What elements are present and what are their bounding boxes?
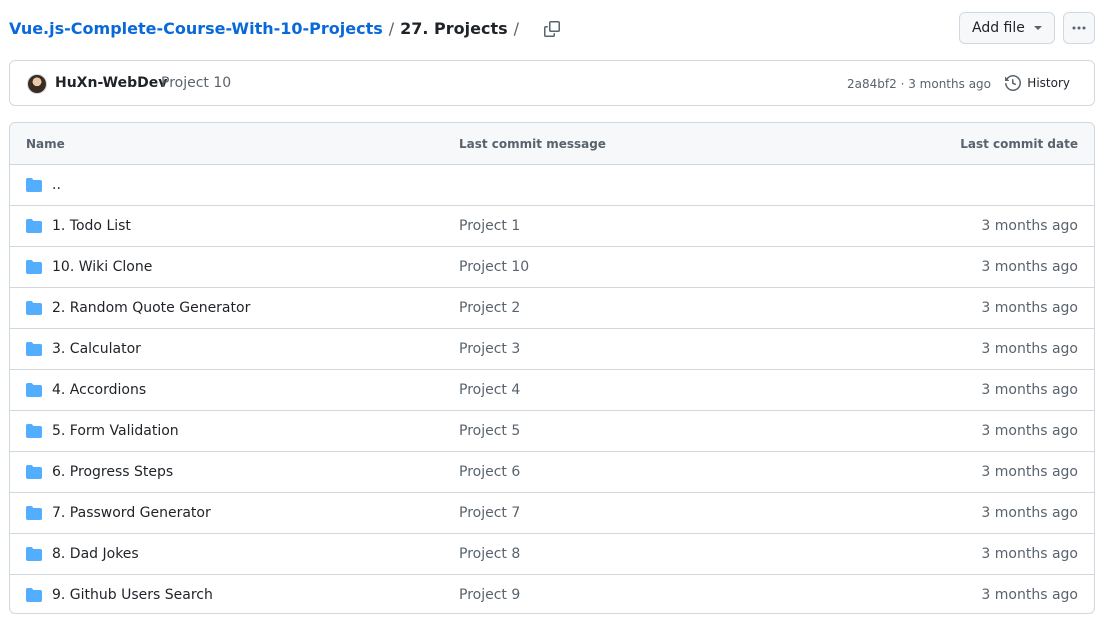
breadcrumb-current: 27. Projects bbox=[400, 19, 508, 38]
breadcrumb: Vue.js-Complete-Course-With-10-Projects … bbox=[9, 18, 561, 40]
parent-directory-link[interactable]: .. bbox=[52, 175, 61, 195]
commit-message-link[interactable]: Project 4 bbox=[459, 380, 520, 400]
commit-date: 3 months ago bbox=[981, 382, 1078, 398]
commit-message-link[interactable]: Project 9 bbox=[459, 585, 520, 605]
breadcrumb-trailing-separator: / bbox=[513, 19, 520, 38]
commit-message-link[interactable]: Project 1 bbox=[459, 216, 520, 236]
table-row[interactable]: 1. Todo List Project 1 3 months ago bbox=[10, 206, 1094, 247]
latest-commit-box: HuXn-WebDev Project 10 2a84bf2 · 3 month… bbox=[9, 60, 1095, 106]
table-row[interactable]: 4. Accordions Project 4 3 months ago bbox=[10, 370, 1094, 411]
table-row[interactable]: 8. Dad Jokes Project 8 3 months ago bbox=[10, 534, 1094, 575]
folder-name-link[interactable]: 7. Password Generator bbox=[52, 503, 211, 523]
folder-name-link[interactable]: 9. Github Users Search bbox=[52, 585, 213, 605]
commit-message-link[interactable]: Project 3 bbox=[459, 339, 520, 359]
table-row[interactable]: 5. Form Validation Project 5 3 months ago bbox=[10, 411, 1094, 452]
folder-icon bbox=[26, 424, 42, 438]
folder-name-link[interactable]: 10. Wiki Clone bbox=[52, 257, 152, 277]
parent-directory-row[interactable]: .. bbox=[10, 165, 1094, 206]
table-row[interactable]: 10. Wiki Clone Project 10 3 months ago bbox=[10, 247, 1094, 288]
folder-icon bbox=[26, 465, 42, 479]
commit-message-link[interactable]: Project 10 bbox=[459, 257, 529, 277]
table-row[interactable]: 7. Password Generator Project 7 3 months a… bbox=[10, 493, 1094, 534]
commit-message-link[interactable]: Project 6 bbox=[459, 462, 520, 482]
more-options-button[interactable] bbox=[1063, 12, 1095, 44]
folder-icon bbox=[26, 178, 42, 192]
commit-date: 3 months ago bbox=[981, 546, 1078, 562]
table-row[interactable]: 2. Random Quote Generator Project 2 3 mont… bbox=[10, 288, 1094, 329]
folder-name-link[interactable]: 1. Todo List bbox=[52, 216, 131, 236]
folder-icon bbox=[26, 301, 42, 315]
folder-name-link[interactable]: 2. Random Quote Generator bbox=[52, 298, 250, 318]
folder-name-link[interactable]: 5. Form Validation bbox=[52, 421, 179, 441]
add-file-button[interactable]: Add file bbox=[959, 12, 1055, 44]
file-table: Name Last commit message Last commit dat… bbox=[9, 122, 1095, 614]
commit-message-link[interactable]: Project 2 bbox=[459, 298, 520, 318]
copy-icon bbox=[544, 21, 561, 37]
commit-date: 3 months ago bbox=[981, 341, 1078, 357]
folder-icon bbox=[26, 342, 42, 356]
history-icon bbox=[1005, 75, 1022, 91]
commit-date: 3 months ago bbox=[981, 218, 1078, 234]
commit-message-link[interactable]: Project 5 bbox=[459, 421, 520, 441]
table-row[interactable]: 3. Calculator Project 3 3 months ago bbox=[10, 329, 1094, 370]
commit-message-link[interactable]: Project 7 bbox=[459, 503, 520, 523]
history-button[interactable]: History bbox=[1005, 73, 1070, 93]
folder-icon bbox=[26, 588, 42, 602]
breadcrumb-repo-link[interactable]: Vue.js-Complete-Course-With-10-Projects bbox=[9, 18, 383, 40]
folder-icon bbox=[26, 506, 42, 520]
copy-path-button[interactable] bbox=[543, 20, 561, 38]
table-row[interactable]: 6. Progress Steps Project 6 3 months ago bbox=[10, 452, 1094, 493]
breadcrumb-separator: / bbox=[388, 19, 395, 38]
folder-name-link[interactable]: 6. Progress Steps bbox=[52, 462, 173, 482]
add-file-label: Add file bbox=[972, 20, 1025, 36]
column-header-message: Last commit message bbox=[459, 137, 606, 151]
commit-meta[interactable]: 2a84bf2 · 3 months ago bbox=[847, 75, 991, 93]
folder-name-link[interactable]: 4. Accordions bbox=[52, 380, 146, 400]
commit-message-link[interactable]: Project 8 bbox=[459, 544, 520, 564]
commit-date: 3 months ago bbox=[981, 464, 1078, 480]
commit-date: 3 months ago bbox=[981, 505, 1078, 521]
folder-name-link[interactable]: 8. Dad Jokes bbox=[52, 544, 139, 564]
commit-date: 3 months ago bbox=[981, 587, 1078, 603]
folder-icon bbox=[26, 219, 42, 233]
file-rows: 1. Todo List Project 13 months ago 10. Wik… bbox=[10, 206, 1094, 613]
folder-name-link[interactable]: 3. Calculator bbox=[52, 339, 141, 359]
folder-icon bbox=[26, 383, 42, 397]
commit-message[interactable]: Project 10 bbox=[161, 73, 231, 93]
folder-icon bbox=[26, 547, 42, 561]
kebab-horizontal-icon bbox=[1072, 26, 1086, 30]
folder-icon bbox=[26, 260, 42, 274]
commit-date: 3 months ago bbox=[981, 259, 1078, 275]
column-header-date: Last commit date bbox=[960, 137, 1078, 151]
table-row[interactable]: 9. Github Users Search Project 9 3 months … bbox=[10, 575, 1094, 613]
commit-date: 3 months ago bbox=[981, 423, 1078, 439]
avatar[interactable] bbox=[27, 74, 47, 94]
commit-author[interactable]: HuXn-WebDev bbox=[55, 73, 167, 93]
column-header-name: Name bbox=[26, 137, 65, 151]
top-bar: Vue.js-Complete-Course-With-10-Projects … bbox=[9, 12, 1095, 46]
history-label: History bbox=[1027, 76, 1070, 90]
table-header: Name Last commit message Last commit dat… bbox=[10, 123, 1094, 165]
triangle-down-icon bbox=[1034, 26, 1042, 30]
commit-date: 3 months ago bbox=[981, 300, 1078, 316]
